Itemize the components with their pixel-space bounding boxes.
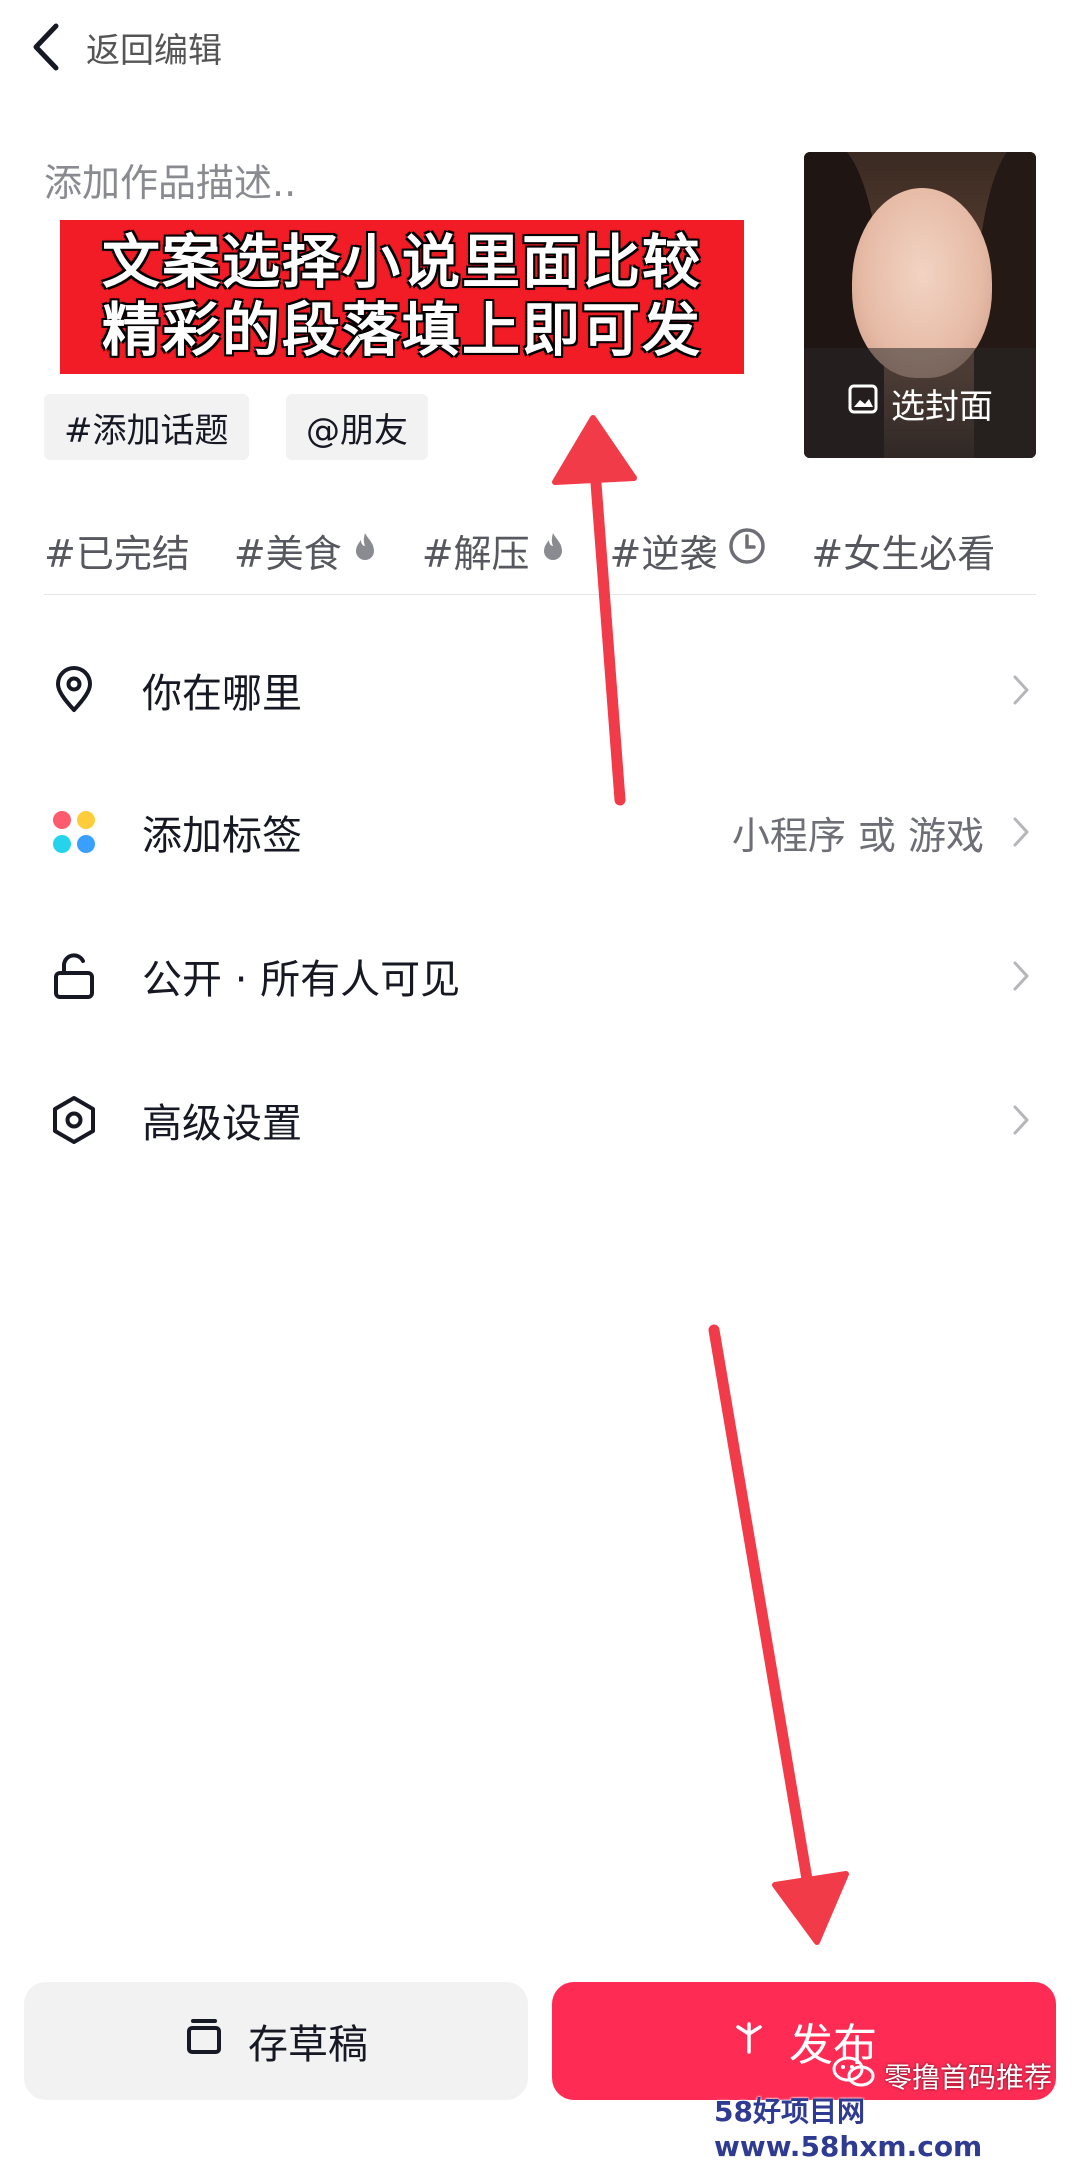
hashtag-text: #解压 bbox=[421, 531, 530, 576]
chevron-right-icon bbox=[1006, 956, 1036, 996]
hexagon-settings-icon bbox=[44, 1090, 104, 1150]
mention-friend-chip[interactable]: @朋友 bbox=[286, 394, 428, 460]
hashtag-text: #美食 bbox=[233, 531, 342, 576]
site-watermark: 58好项目网www.58hxm.com bbox=[714, 2095, 983, 2163]
hashtag-suggestion[interactable]: #美食 bbox=[234, 523, 378, 578]
annotation-line-2: 精彩的段落填上即可发 bbox=[101, 296, 702, 364]
select-cover-label: 选封面 bbox=[891, 386, 993, 427]
hashtag-suggestion[interactable]: #解压 bbox=[422, 523, 566, 578]
clock-icon bbox=[717, 526, 767, 575]
draft-box-icon bbox=[184, 2016, 248, 2066]
hashtag-text: #已完结 bbox=[44, 531, 190, 576]
advanced-settings-row[interactable]: 高级设置 bbox=[44, 1070, 1036, 1170]
image-icon bbox=[847, 383, 891, 424]
chevron-left-icon bbox=[30, 22, 60, 72]
add-tag-row[interactable]: 添加标签 小程序 或 游戏 bbox=[44, 782, 1036, 882]
hashtag-suggestion[interactable]: #女生必看 bbox=[811, 523, 995, 578]
location-label: 你在哪里 bbox=[142, 671, 302, 717]
advanced-settings-label: 高级设置 bbox=[142, 1101, 302, 1147]
location-pin-icon bbox=[44, 660, 104, 720]
fire-icon bbox=[530, 528, 566, 572]
add-topic-chip[interactable]: #添加话题 bbox=[44, 394, 249, 460]
add-tag-label: 添加标签 bbox=[142, 813, 302, 859]
select-cover-button[interactable]: 选封面 bbox=[804, 348, 1036, 458]
save-draft-button[interactable]: 存草稿 bbox=[24, 1982, 528, 2100]
chevron-right-icon bbox=[1006, 1100, 1036, 1140]
arrow-up-annotation bbox=[552, 415, 637, 806]
add-tag-value: 小程序 或 游戏 bbox=[731, 813, 984, 858]
apps-tag-icon bbox=[44, 802, 104, 862]
arrow-down-annotation bbox=[708, 1324, 849, 1945]
hashtag-text: #逆袭 bbox=[609, 531, 718, 576]
hashtag-suggestions: #已完结 #美食 #解压 #逆袭 #女生必看 bbox=[44, 520, 1039, 580]
chevron-right-icon bbox=[1006, 670, 1036, 710]
chevron-right-icon bbox=[1006, 812, 1036, 852]
hashtag-suggestion[interactable]: #已完结 bbox=[44, 523, 190, 578]
back-button[interactable]: 返回编辑 bbox=[30, 12, 222, 82]
visibility-row[interactable]: 公开 · 所有人可见 bbox=[44, 926, 1036, 1026]
unlock-icon bbox=[44, 946, 104, 1006]
location-row[interactable]: 你在哪里 bbox=[44, 640, 1036, 740]
divider bbox=[44, 594, 1036, 595]
back-label: 返回编辑 bbox=[86, 30, 222, 71]
fire-icon bbox=[342, 528, 378, 572]
hashtag-text: #女生必看 bbox=[811, 531, 996, 576]
annotation-line-1: 文案选择小说里面比较 bbox=[101, 228, 702, 296]
visibility-label: 公开 · 所有人可见 bbox=[142, 957, 461, 1003]
save-draft-label: 存草稿 bbox=[248, 2022, 368, 2068]
hashtag-suggestion[interactable]: #逆袭 bbox=[610, 523, 768, 578]
cover-thumbnail[interactable]: 选封面 bbox=[804, 152, 1036, 458]
annotation-banner: 文案选择小说里面比较 精彩的段落填上即可发 bbox=[60, 220, 744, 374]
description-input[interactable]: 添加作品描述.. bbox=[44, 152, 296, 207]
sparkle-icon bbox=[731, 2016, 789, 2067]
